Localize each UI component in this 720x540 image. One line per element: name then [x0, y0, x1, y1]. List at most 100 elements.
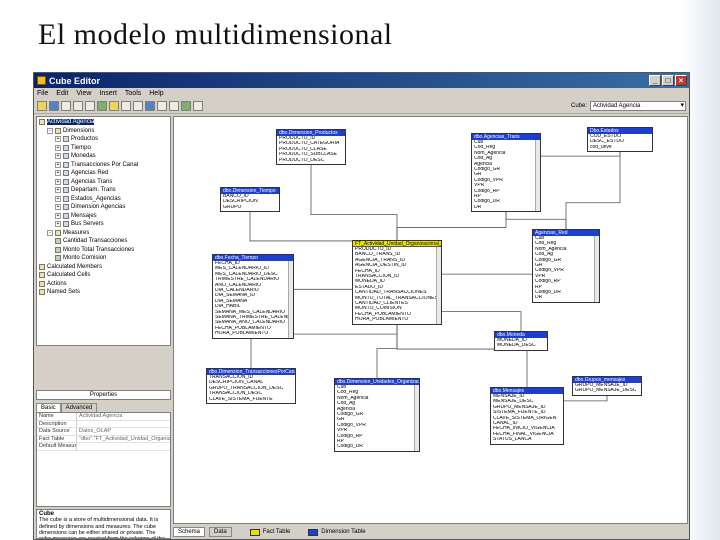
table-column[interactable]: DR [535, 295, 599, 300]
tab-schema[interactable]: Schema [173, 527, 206, 537]
validate-icon[interactable] [169, 101, 179, 111]
insert-table-icon[interactable] [109, 101, 119, 111]
expand-icon[interactable]: + [55, 195, 61, 202]
cube-dropdown[interactable]: Actividad Agencia [590, 101, 686, 111]
expand-icon[interactable]: + [55, 221, 61, 228]
tree-node[interactable]: + Departam. Trans [37, 186, 170, 195]
menu-file[interactable]: File [37, 90, 48, 97]
expand-icon[interactable]: + [55, 204, 61, 211]
expand-icon[interactable]: + [55, 212, 61, 219]
dimension-table[interactable]: dbo.Agencias_Trans Cub Cod_Reg Nom_Agencia C… [471, 133, 541, 213]
browse-data-icon[interactable] [145, 101, 155, 111]
dimension-table[interactable]: dbo.Mensajes MENSAJE_ID MENSAJE_DESC GRUPO_… [490, 387, 564, 445]
property-value[interactable]: Datos_OLAP [77, 428, 170, 435]
design-storage-icon[interactable] [181, 101, 191, 111]
table-column[interactable]: STATUS_LANCA [493, 437, 563, 442]
schema-diagram[interactable]: dbo.Dimension_Productos PRODUCTO_ID PRODUC… [173, 116, 688, 524]
cube-tree[interactable]: Actividad Agencia - Dimensions + Productos + T… [36, 116, 171, 346]
collapse-icon[interactable]: - [47, 229, 53, 236]
scrollbar[interactable] [414, 385, 419, 451]
tree-node[interactable]: + Bus Servers [37, 220, 170, 229]
tab-data[interactable]: Data [209, 527, 232, 537]
properties-grid[interactable]: Name Actividad Agencia Description Data Sou… [36, 412, 171, 507]
collapse-icon[interactable]: - [47, 127, 53, 134]
save-icon[interactable] [49, 101, 59, 111]
table-title[interactable]: dbo.Dimension_Unidades_Organizacionales [335, 379, 419, 385]
property-row[interactable]: Data Source Datos_OLAP [37, 428, 170, 436]
help-icon[interactable] [193, 101, 203, 111]
tree-node[interactable]: Cantidad Transacciones [37, 237, 170, 246]
tree-node[interactable]: Monto Total Transacciones [37, 246, 170, 255]
dimension-table[interactable]: dbo.Dimension_Unidades_Organizacionales C… [334, 378, 420, 452]
maximize-button[interactable]: □ [662, 75, 674, 86]
tree-node[interactable]: + Agencias Trans [37, 178, 170, 187]
close-button[interactable]: × [675, 75, 687, 86]
menu-tools[interactable]: Tools [125, 90, 141, 97]
table-column[interactable]: PRODUCTO_DESC [279, 158, 345, 163]
dimension-table[interactable]: Dbo.Estados COD_ESTDO DESC_ESTDO cod_unve [587, 127, 653, 153]
dimension-table[interactable]: dbo.Dimension_Tiempo BANCO_ID DESCRIPCION G… [220, 187, 280, 213]
table-column[interactable]: GRUPO [223, 205, 279, 210]
expand-icon[interactable]: + [55, 144, 61, 151]
dimension-table[interactable]: dbo.Moneda MONEDA_ID MONEDA_DESC [494, 331, 548, 351]
scrollbar[interactable] [594, 236, 599, 302]
properties-selector[interactable]: Properties [36, 390, 171, 400]
tree-node[interactable]: Calculated Cells [37, 271, 170, 280]
paste-icon[interactable] [85, 101, 95, 111]
expand-icon[interactable]: + [55, 178, 61, 185]
scrollbar[interactable] [288, 261, 293, 338]
fact-table[interactable]: FT_Actividad_Unidad_Organizacional_C PROD… [352, 240, 442, 325]
tree-node[interactable]: + Mensajes [37, 212, 170, 221]
property-value[interactable]: Actividad Agencia [77, 413, 170, 420]
filter-icon[interactable] [157, 101, 167, 111]
tree-node[interactable]: Actividad Agencia [37, 118, 170, 127]
table-column[interactable]: MONEDA_DESC [497, 343, 547, 348]
table-column[interactable]: HORA_POBLAMIENTO [355, 317, 441, 322]
table-column[interactable]: HORA_POBLAMIENTO [215, 331, 293, 336]
property-value[interactable] [77, 421, 170, 428]
tree-node[interactable]: + Agencias Red [37, 169, 170, 178]
property-row[interactable]: Description [37, 420, 170, 428]
dimension-table[interactable]: dbo.Dimension_TransaccionesPorCanal TRANS… [206, 368, 296, 404]
tree-node[interactable]: - Dimensions [37, 127, 170, 136]
tree-node[interactable]: + Dimension Agencias [37, 203, 170, 212]
tree-node[interactable]: + Estados_Agencias [37, 195, 170, 204]
expand-icon[interactable]: + [55, 170, 61, 177]
table-column[interactable]: DR [474, 205, 540, 210]
tree-node[interactable]: + Monedas [37, 152, 170, 161]
menu-help[interactable]: Help [149, 90, 163, 97]
property-row[interactable]: Fact Table "dbo"."FT_Actividad_Unidad_Org… [37, 435, 170, 443]
tree-node[interactable]: + Transacciones Por Canal [37, 161, 170, 170]
dimension-table[interactable]: Agencias_Red Cub Cod_Reg Nom_Agencia Cod_Ag C… [532, 229, 600, 303]
cut-icon[interactable] [61, 101, 71, 111]
menu-insert[interactable]: Insert [99, 90, 117, 97]
property-row[interactable]: Default Measure [37, 443, 170, 451]
menu-edit[interactable]: Edit [56, 90, 68, 97]
tree-node[interactable]: + Productos [37, 135, 170, 144]
process-icon[interactable] [97, 101, 107, 111]
tree-node[interactable]: Calculated Members [37, 263, 170, 272]
dimension-table[interactable]: dbo.Dimension_Productos PRODUCTO_ID PRODUC… [276, 129, 346, 165]
new-icon[interactable] [37, 101, 47, 111]
menu-view[interactable]: View [76, 90, 91, 97]
table-column[interactable]: CLAVE_SISTEMA_FUENTE [209, 397, 295, 402]
tree-node[interactable]: Monto Comision [37, 254, 170, 263]
property-value[interactable]: "dbo"."FT_Actividad_Unidad_Organiza [77, 436, 170, 443]
dimension-table[interactable]: dbo.Fecha_Tiempo FECHA_ID MES_CALENDARIO_I… [212, 254, 294, 339]
expand-icon[interactable]: + [55, 187, 61, 194]
table-column[interactable]: cod_unve [590, 145, 652, 150]
scrollbar[interactable] [535, 140, 540, 212]
expand-icon[interactable]: + [55, 153, 61, 160]
tree-node[interactable]: Actions [37, 280, 170, 289]
insert-dimension-icon[interactable] [121, 101, 131, 111]
minimize-button[interactable]: _ [649, 75, 661, 86]
tree-node[interactable]: Named Sets [37, 288, 170, 297]
copy-icon[interactable] [73, 101, 83, 111]
expand-icon[interactable]: + [55, 136, 61, 143]
tree-node[interactable]: - Measures [37, 229, 170, 238]
window-titlebar[interactable]: Cube Editor _ □ × [34, 73, 689, 88]
tree-node[interactable]: + Tiempo [37, 144, 170, 153]
tab-advanced[interactable]: Advanced [60, 403, 98, 412]
table-column[interactable]: GRUPO_MENSAJE_DESC [575, 388, 641, 393]
insert-measure-icon[interactable] [133, 101, 143, 111]
